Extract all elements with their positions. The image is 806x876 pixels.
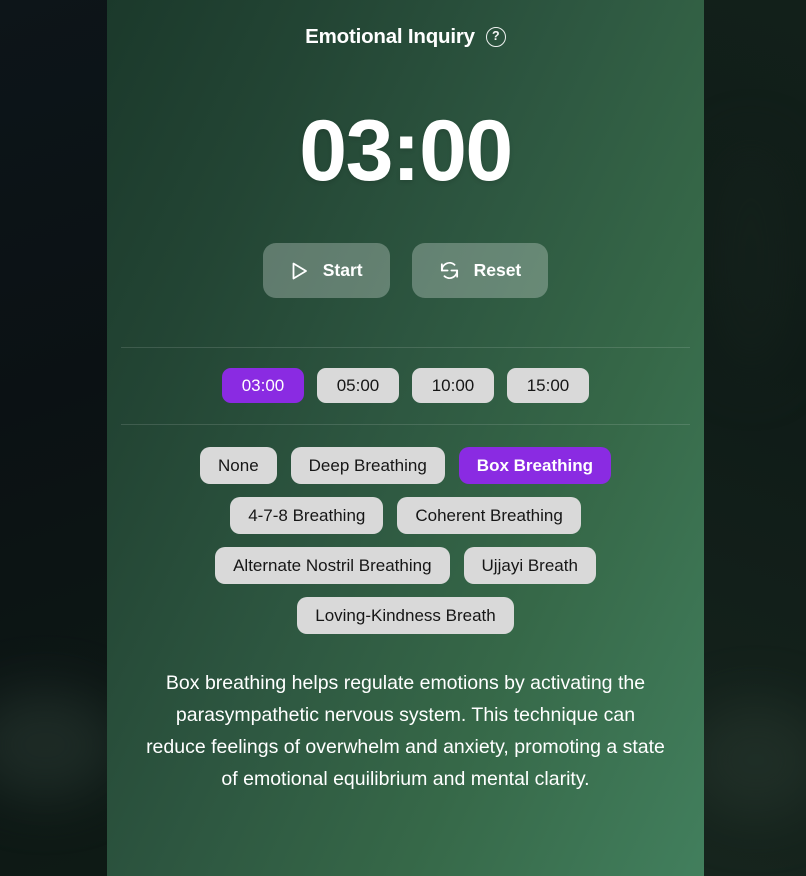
technique-ujjayi-breath[interactable]: Ujjayi Breath <box>463 547 596 584</box>
technique-coherent-breathing[interactable]: Coherent Breathing <box>397 497 581 534</box>
duration-preset-group: 03:00 05:00 10:00 15:00 <box>107 348 704 424</box>
panel-header: Emotional Inquiry ? <box>107 0 704 58</box>
refresh-icon <box>439 260 460 281</box>
backdrop-blur-blob <box>706 140 796 380</box>
play-icon <box>290 261 309 281</box>
question-mark-circle-icon[interactable]: ? <box>485 27 506 47</box>
duration-preset-0[interactable]: 03:00 <box>222 368 304 403</box>
duration-preset-1[interactable]: 05:00 <box>317 368 399 403</box>
duration-preset-3[interactable]: 15:00 <box>507 368 589 403</box>
technique-box-breathing[interactable]: Box Breathing <box>458 447 611 484</box>
start-button[interactable]: Start <box>262 243 390 298</box>
technique-description: Box breathing helps regulate emotions by… <box>146 672 665 790</box>
timer-display: 03:00 <box>299 103 513 199</box>
breathing-timer-panel: Emotional Inquiry ? 03:00 Start Reset 03… <box>107 0 704 876</box>
technique-alternate-nostril-breathing[interactable]: Alternate Nostril Breathing <box>215 547 450 584</box>
technique-4-7-8-breathing[interactable]: 4-7-8 Breathing <box>230 497 384 534</box>
technique-deep-breathing[interactable]: Deep Breathing <box>290 447 445 484</box>
reset-button-label: Reset <box>473 260 522 280</box>
page-title: Emotional Inquiry <box>305 25 475 48</box>
start-button-label: Start <box>322 260 363 280</box>
technique-loving-kindness-breath[interactable]: Loving-Kindness Breath <box>297 597 514 634</box>
breathing-technique-group: None Deep Breathing Box Breathing 4-7-8 … <box>107 425 704 634</box>
technique-none[interactable]: None <box>200 447 277 484</box>
reset-button[interactable]: Reset <box>411 243 549 298</box>
app-root: Emotional Inquiry ? 03:00 Start Reset 03… <box>0 0 806 876</box>
timer-controls: Start Reset <box>107 243 704 298</box>
duration-preset-2[interactable]: 10:00 <box>412 368 494 403</box>
